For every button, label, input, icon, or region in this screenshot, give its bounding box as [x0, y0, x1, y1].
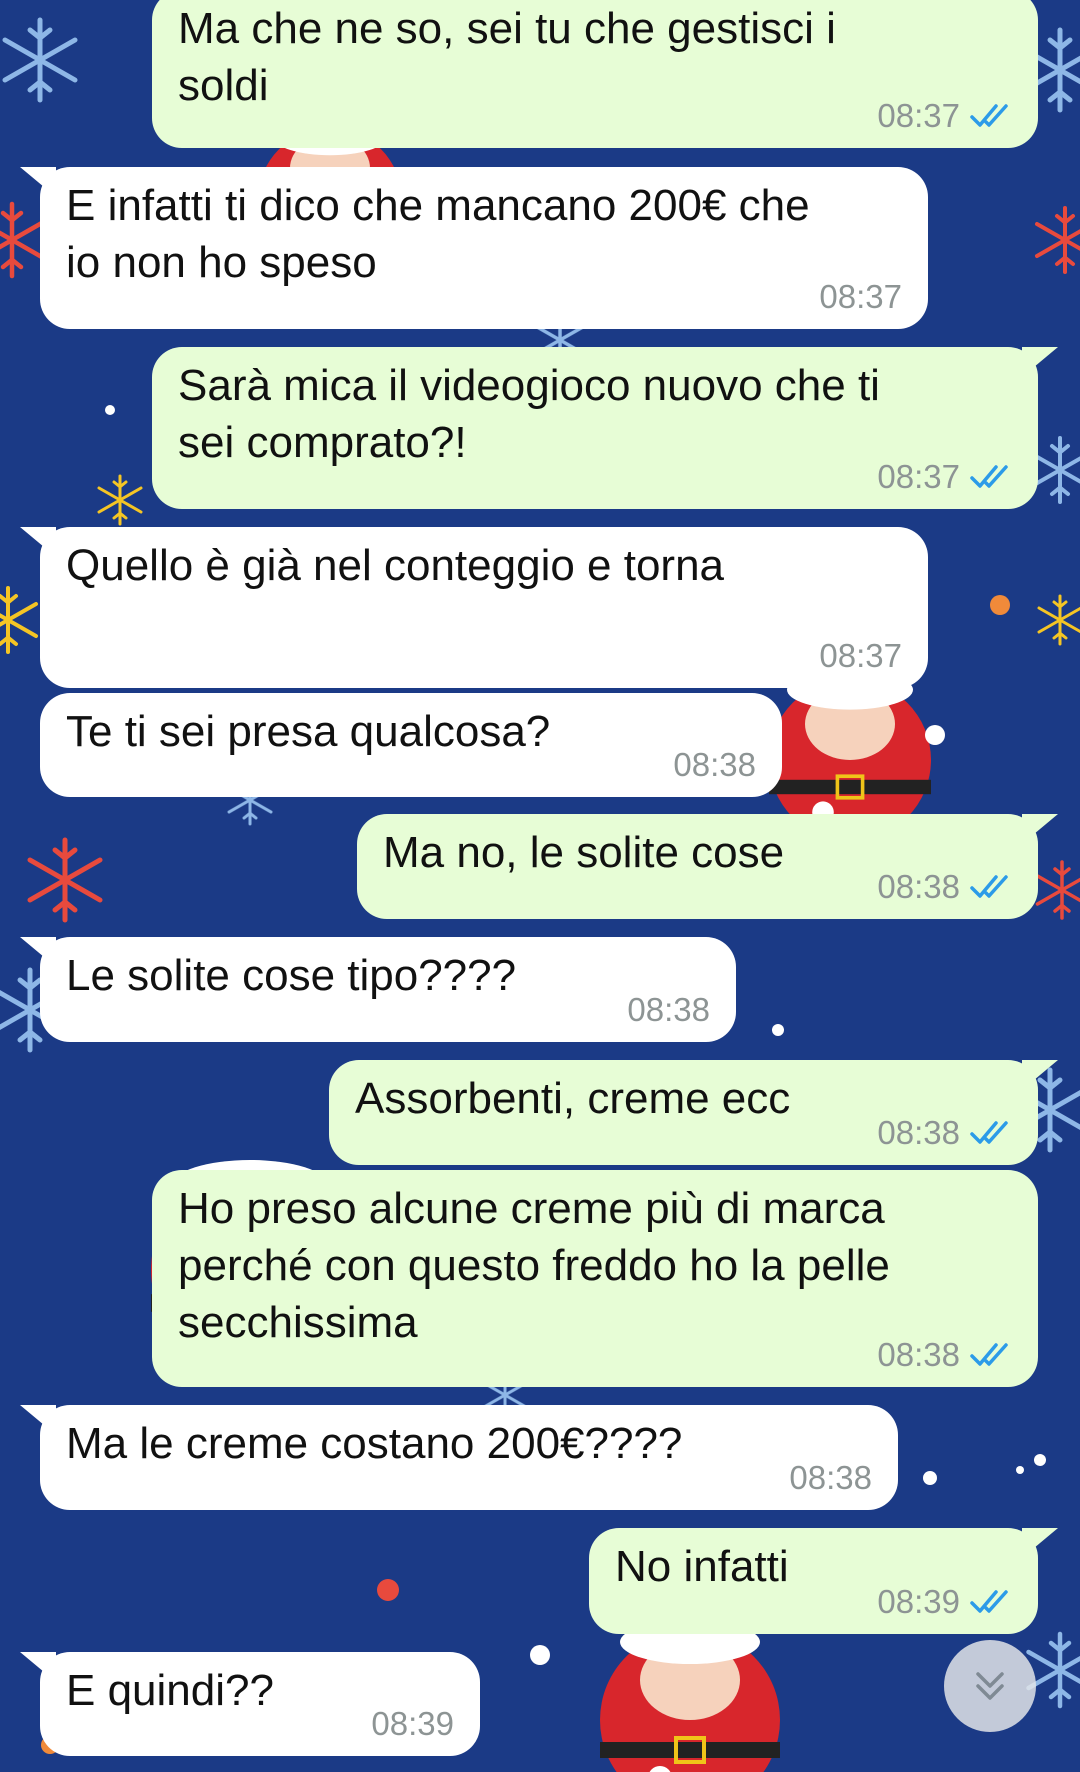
message-time: 08:38: [877, 868, 960, 905]
message-time: 08:37: [819, 637, 902, 674]
message-text: Quello è già nel conteggio e torna: [66, 541, 725, 590]
double-check-icon: [970, 465, 1008, 488]
bubble-tail: [1022, 347, 1058, 377]
message-bubble-incoming[interactable]: Le solite cose tipo???? 08:38: [20, 937, 736, 1042]
message-meta: 08:38: [627, 992, 710, 1028]
message-bubble-incoming[interactable]: Te ti sei presa qualcosa? 08:38: [40, 693, 782, 797]
message-meta: 08:37: [819, 279, 902, 315]
message-meta: 08:38: [877, 869, 1012, 905]
double-check-icon: [970, 875, 1008, 898]
message-bubble-outgoing[interactable]: Ma no, le solite cose 08:38: [357, 814, 1058, 919]
message-text: Ma le creme costano 200€????: [66, 1419, 683, 1468]
message-meta: 08:39: [371, 1706, 454, 1742]
double-check-icon: [970, 1343, 1008, 1366]
message-meta: 08:38: [673, 747, 756, 783]
message-meta: 08:37: [877, 459, 1012, 495]
bubble-tail: [1022, 1060, 1058, 1090]
message-time: 08:38: [877, 1114, 960, 1151]
bubble-tail: [20, 527, 56, 557]
message-time: 08:37: [877, 97, 960, 134]
double-check-icon: [970, 1590, 1008, 1613]
message-meta: 08:38: [789, 1460, 872, 1496]
double-chevron-down-icon: [976, 1672, 1004, 1700]
message-time: 08:39: [371, 1705, 454, 1742]
double-check-icon: [970, 1121, 1008, 1144]
message-text: Le solite cose tipo????: [66, 951, 517, 1000]
bubble-tail: [20, 937, 56, 967]
message-text: Ho preso alcune creme più di marca perch…: [178, 1184, 890, 1347]
message-text: E infatti ti dico che mancano 200€ che i…: [66, 181, 810, 287]
message-time: 08:37: [819, 278, 902, 315]
message-bubble-incoming[interactable]: Quello è già nel conteggio e torna 08:37: [20, 527, 928, 688]
message-meta: 08:38: [877, 1337, 1012, 1373]
message-bubble-outgoing[interactable]: Assorbenti, creme ecc 08:38: [329, 1060, 1058, 1165]
message-bubble-incoming[interactable]: E quindi?? 08:39: [20, 1652, 480, 1756]
bubble-tail: [1022, 814, 1058, 844]
bubble-tail: [20, 1405, 56, 1435]
message-meta: 08:39: [877, 1584, 1012, 1620]
message-bubble-incoming[interactable]: E infatti ti dico che mancano 200€ che i…: [20, 167, 928, 329]
bubble-tail: [20, 1652, 56, 1682]
message-bubble-incoming[interactable]: Ma le creme costano 200€???? 08:38: [20, 1405, 898, 1510]
message-meta: 08:37: [819, 638, 902, 674]
message-bubble-outgoing[interactable]: No infatti 08:39: [589, 1528, 1058, 1634]
bubble-tail: [1022, 1528, 1058, 1558]
message-time: 08:39: [877, 1583, 960, 1620]
message-text: Te ti sei presa qualcosa?: [66, 707, 551, 756]
message-time: 08:38: [673, 746, 756, 783]
message-bubble-outgoing[interactable]: Sarà mica il videogioco nuovo che ti sei…: [152, 347, 1058, 509]
message-bubble-outgoing[interactable]: Ma che ne so, sei tu che gestisci i sold…: [152, 0, 1038, 148]
bubble-tail: [20, 167, 56, 197]
message-time: 08:38: [627, 991, 710, 1028]
double-check-icon: [970, 104, 1008, 127]
message-time: 08:38: [789, 1459, 872, 1496]
scroll-to-bottom-button[interactable]: [944, 1640, 1036, 1732]
message-meta: 08:37: [877, 98, 1012, 134]
message-bubble-outgoing[interactable]: Ho preso alcune creme più di marca perch…: [152, 1170, 1038, 1387]
message-text: Sarà mica il videogioco nuovo che ti sei…: [178, 361, 880, 467]
message-time: 08:37: [877, 458, 960, 495]
message-time: 08:38: [877, 1336, 960, 1373]
message-meta: 08:38: [877, 1115, 1012, 1151]
